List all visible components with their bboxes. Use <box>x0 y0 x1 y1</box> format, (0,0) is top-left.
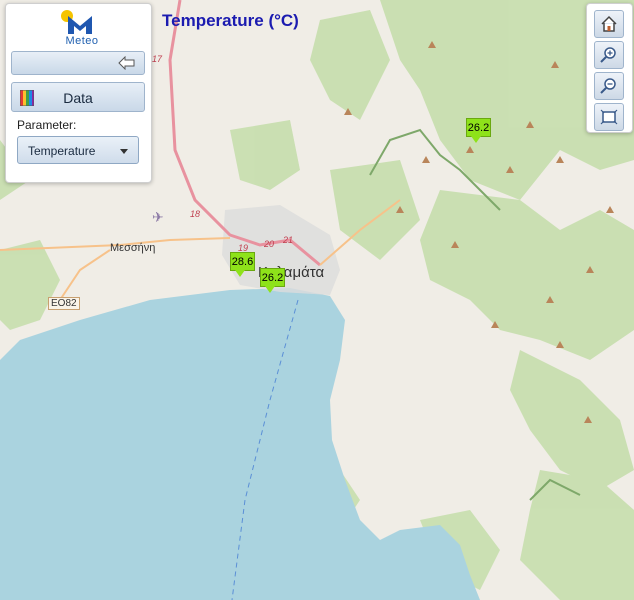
parameter-label: Parameter: <box>17 118 77 132</box>
junction-label: 21 <box>283 235 294 245</box>
svg-text:✈: ✈ <box>152 210 164 226</box>
map-title: Temperature (°C) <box>162 11 299 30</box>
back-arrow-icon <box>118 56 135 70</box>
map-toolbar <box>586 3 633 133</box>
zoom-out-icon <box>600 78 616 94</box>
station-value: 26.2 <box>466 118 491 137</box>
junction-label: 17 <box>152 54 163 64</box>
road-ref-label: EO82 <box>48 297 80 310</box>
meteo-logo: Meteo <box>58 8 106 48</box>
zoom-out-button[interactable] <box>594 72 624 100</box>
zoom-in-button[interactable] <box>594 41 624 69</box>
junction-label: 18 <box>190 209 201 219</box>
marker-pointer <box>265 286 275 293</box>
station-value: 28.6 <box>230 252 255 271</box>
junction-label: 20 <box>264 239 275 249</box>
data-button-label: Data <box>63 90 93 106</box>
zoom-in-icon <box>600 47 616 63</box>
village-label: Μεσσήνη <box>110 242 156 254</box>
full-extent-icon <box>600 109 618 125</box>
parameter-select[interactable]: Temperature <box>17 136 139 164</box>
control-panel: Meteo Data Parameter: Temperature <box>5 3 152 183</box>
station-value: 26.2 <box>260 268 285 287</box>
parameter-select-value: Temperature <box>28 144 96 158</box>
home-icon <box>601 15 617 32</box>
home-button[interactable] <box>594 10 624 38</box>
marker-pointer <box>235 270 245 277</box>
logo-text: Meteo <box>65 35 99 47</box>
back-button[interactable] <box>11 51 145 75</box>
marker-pointer <box>471 136 481 143</box>
data-button[interactable]: Data <box>11 82 145 112</box>
full-extent-button[interactable] <box>594 103 624 131</box>
chevron-down-icon <box>120 149 128 154</box>
